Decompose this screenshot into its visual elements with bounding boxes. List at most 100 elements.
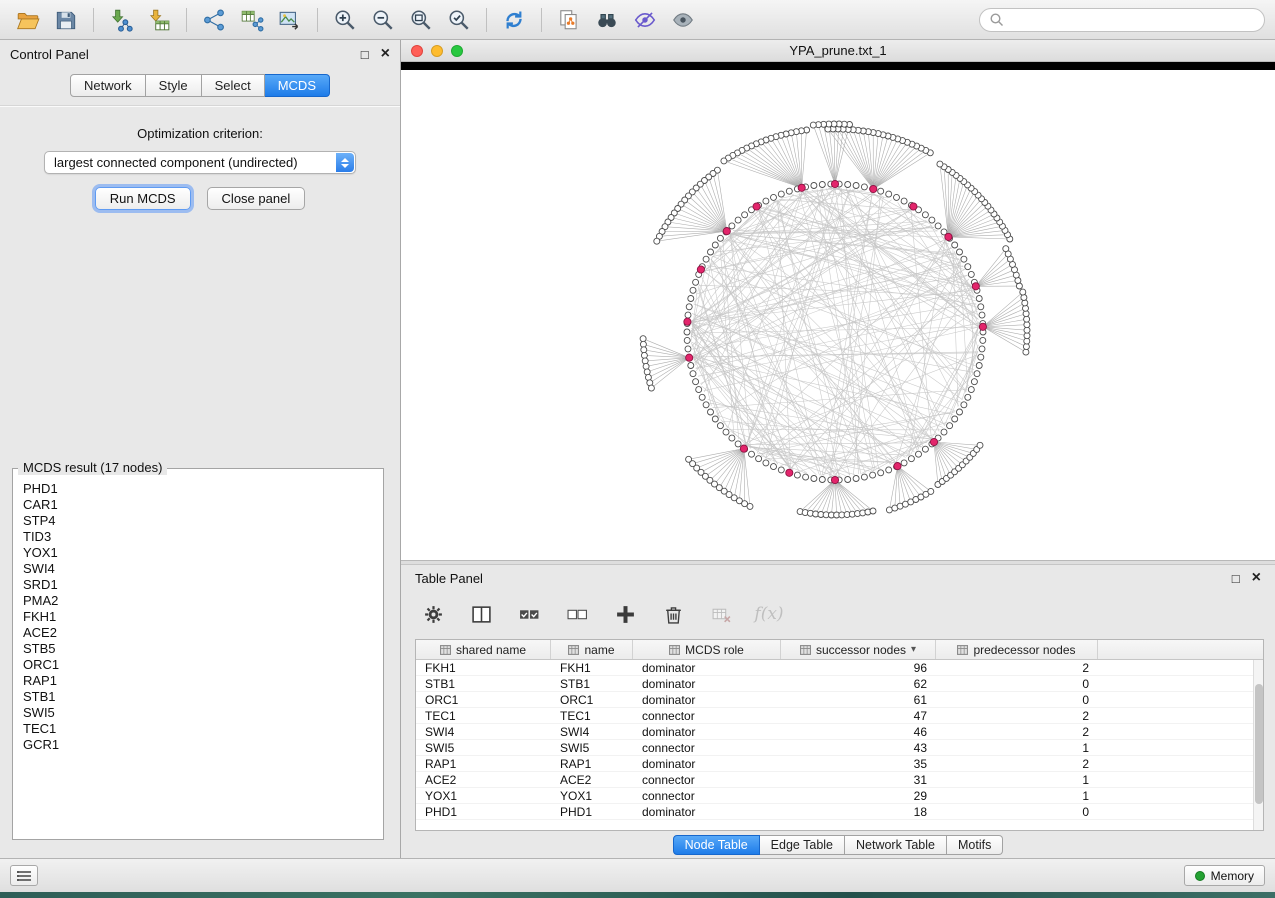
tab-node-table[interactable]: Node Table — [673, 835, 760, 855]
function-builder-button: f(x) — [757, 602, 781, 626]
delete-column-button[interactable] — [661, 602, 685, 626]
mcds-result-item[interactable]: GCR1 — [23, 737, 373, 753]
mcds-result-item[interactable]: STB5 — [23, 641, 373, 657]
add-column-button[interactable] — [613, 602, 637, 626]
table-scrollbar[interactable] — [1253, 660, 1263, 830]
control-panel-title: Control Panel — [10, 47, 89, 62]
open-file-button[interactable] — [10, 5, 46, 35]
mcds-result-item[interactable]: ACE2 — [23, 625, 373, 641]
mcds-result-item[interactable]: TID3 — [23, 529, 373, 545]
hide-selected-button[interactable] — [627, 5, 663, 35]
deselect-all-button[interactable] — [565, 602, 589, 626]
zoom-selected-button[interactable] — [441, 5, 477, 35]
table-row[interactable]: RAP1RAP1dominator352 — [416, 756, 1253, 772]
network-search-box[interactable] — [979, 8, 1265, 32]
import-network-button[interactable] — [103, 5, 139, 35]
mcds-result-item[interactable]: YOX1 — [23, 545, 373, 561]
search-input[interactable] — [1010, 13, 1255, 27]
control-panel-header: Control Panel □ × — [0, 40, 400, 68]
sort-indicator-icon[interactable]: ▾ — [911, 644, 916, 655]
criterion-selected-value: largest connected component (undirected) — [54, 155, 298, 170]
table-row[interactable]: FKH1FKH1dominator962 — [416, 660, 1253, 676]
zoom-in-icon — [333, 8, 357, 32]
network-canvas[interactable] — [401, 70, 1275, 560]
column-header-predecessor-nodes[interactable]: predecessor nodes — [936, 640, 1098, 659]
delete-table-button — [709, 602, 733, 626]
mcds-result-item[interactable]: SRD1 — [23, 577, 373, 593]
search-network-button[interactable] — [589, 5, 625, 35]
close-mcds-panel-button[interactable]: Close panel — [207, 187, 306, 210]
column-header-shared-name[interactable]: shared name — [416, 640, 551, 659]
close-table-panel-button[interactable]: × — [1252, 570, 1261, 586]
table-row[interactable]: STB1STB1dominator620 — [416, 676, 1253, 692]
tab-mcds[interactable]: MCDS — [265, 74, 330, 97]
mcds-result-item[interactable]: PHD1 — [23, 481, 373, 497]
column-header-successor-nodes[interactable]: successor nodes▾ — [781, 640, 936, 659]
table-row[interactable]: TEC1TEC1connector472 — [416, 708, 1253, 724]
select-all-button[interactable] — [517, 602, 541, 626]
show-columns-button[interactable] — [469, 602, 493, 626]
zoom-fit-button[interactable] — [403, 5, 439, 35]
memory-status-icon — [1195, 871, 1205, 881]
mcds-result-item[interactable]: SWI4 — [23, 561, 373, 577]
apply-layout-button[interactable] — [496, 5, 532, 35]
table-row[interactable]: ORC1ORC1dominator610 — [416, 692, 1253, 708]
zoom-out-button[interactable] — [365, 5, 401, 35]
mcds-result-box: PHD1CAR1STP4TID3YOX1SWI4SRD1PMA2FKH1ACE2… — [12, 468, 384, 840]
copy-style-button[interactable] — [551, 5, 587, 35]
table-panel-header: Table Panel □ × — [401, 565, 1275, 591]
zoom-fit-icon — [409, 8, 433, 32]
export-image-button[interactable] — [272, 5, 308, 35]
zoom-in-button[interactable] — [327, 5, 363, 35]
tab-motifs[interactable]: Motifs — [947, 835, 1003, 855]
network-view-window: YPA_prune.txt_1 — [401, 40, 1275, 560]
table-row[interactable]: ACE2ACE2connector311 — [416, 772, 1253, 788]
tab-network-table[interactable]: Network Table — [845, 835, 947, 855]
float-table-panel-button[interactable]: □ — [1232, 572, 1240, 585]
mcds-result-item[interactable]: FKH1 — [23, 609, 373, 625]
mcds-result-item[interactable]: CAR1 — [23, 497, 373, 513]
criterion-dropdown[interactable]: largest connected component (undirected) — [44, 151, 356, 174]
mcds-result-item[interactable]: PMA2 — [23, 593, 373, 609]
scrollbar-thumb[interactable] — [1255, 684, 1263, 804]
hamburger-icon — [16, 870, 32, 882]
tab-select[interactable]: Select — [202, 74, 265, 97]
optimization-criterion-label: Optimization criterion: — [0, 126, 400, 141]
toolbar-separator — [317, 8, 318, 32]
mcds-result-item[interactable]: SWI5 — [23, 705, 373, 721]
dropdown-stepper-icon — [336, 153, 354, 172]
memory-button[interactable]: Memory — [1184, 865, 1265, 886]
import-table-button[interactable] — [141, 5, 177, 35]
table-row[interactable]: SWI4SWI4dominator462 — [416, 724, 1253, 740]
select-all-icon — [519, 604, 540, 625]
export-image-icon — [278, 8, 302, 32]
tab-network[interactable]: Network — [70, 74, 146, 97]
column-header-MCDS-role[interactable]: MCDS role — [633, 640, 781, 659]
table-settings-button[interactable] — [421, 602, 445, 626]
close-panel-button[interactable]: × — [381, 46, 390, 62]
show-all-button[interactable] — [665, 5, 701, 35]
table-row[interactable]: YOX1YOX1connector291 — [416, 788, 1253, 804]
tab-edge-table[interactable]: Edge Table — [760, 835, 845, 855]
mcds-result-item[interactable]: STP4 — [23, 513, 373, 529]
delete-table-icon — [711, 604, 732, 625]
mcds-result-item[interactable]: ORC1 — [23, 657, 373, 673]
new-network-button[interactable] — [196, 5, 232, 35]
column-header-name[interactable]: name — [551, 640, 633, 659]
run-mcds-button[interactable]: Run MCDS — [95, 187, 191, 210]
table-row[interactable]: SWI5SWI5connector431 — [416, 740, 1253, 756]
mcds-result-item[interactable]: TEC1 — [23, 721, 373, 737]
float-panel-button[interactable]: □ — [361, 48, 369, 61]
mcds-result-item[interactable]: RAP1 — [23, 673, 373, 689]
control-tabs: NetworkStyleSelectMCDS — [70, 74, 330, 97]
table-row[interactable]: PHD1PHD1dominator180 — [416, 804, 1253, 820]
network-title: YPA_prune.txt_1 — [401, 43, 1275, 58]
network-from-table-button[interactable] — [234, 5, 270, 35]
import-network-icon — [109, 8, 133, 32]
save-session-button[interactable] — [48, 5, 84, 35]
tab-style[interactable]: Style — [146, 74, 202, 97]
mcds-result-item[interactable]: STB1 — [23, 689, 373, 705]
table-grid-icon — [568, 645, 579, 655]
status-menu-button[interactable] — [10, 865, 38, 886]
zoom-out-icon — [371, 8, 395, 32]
